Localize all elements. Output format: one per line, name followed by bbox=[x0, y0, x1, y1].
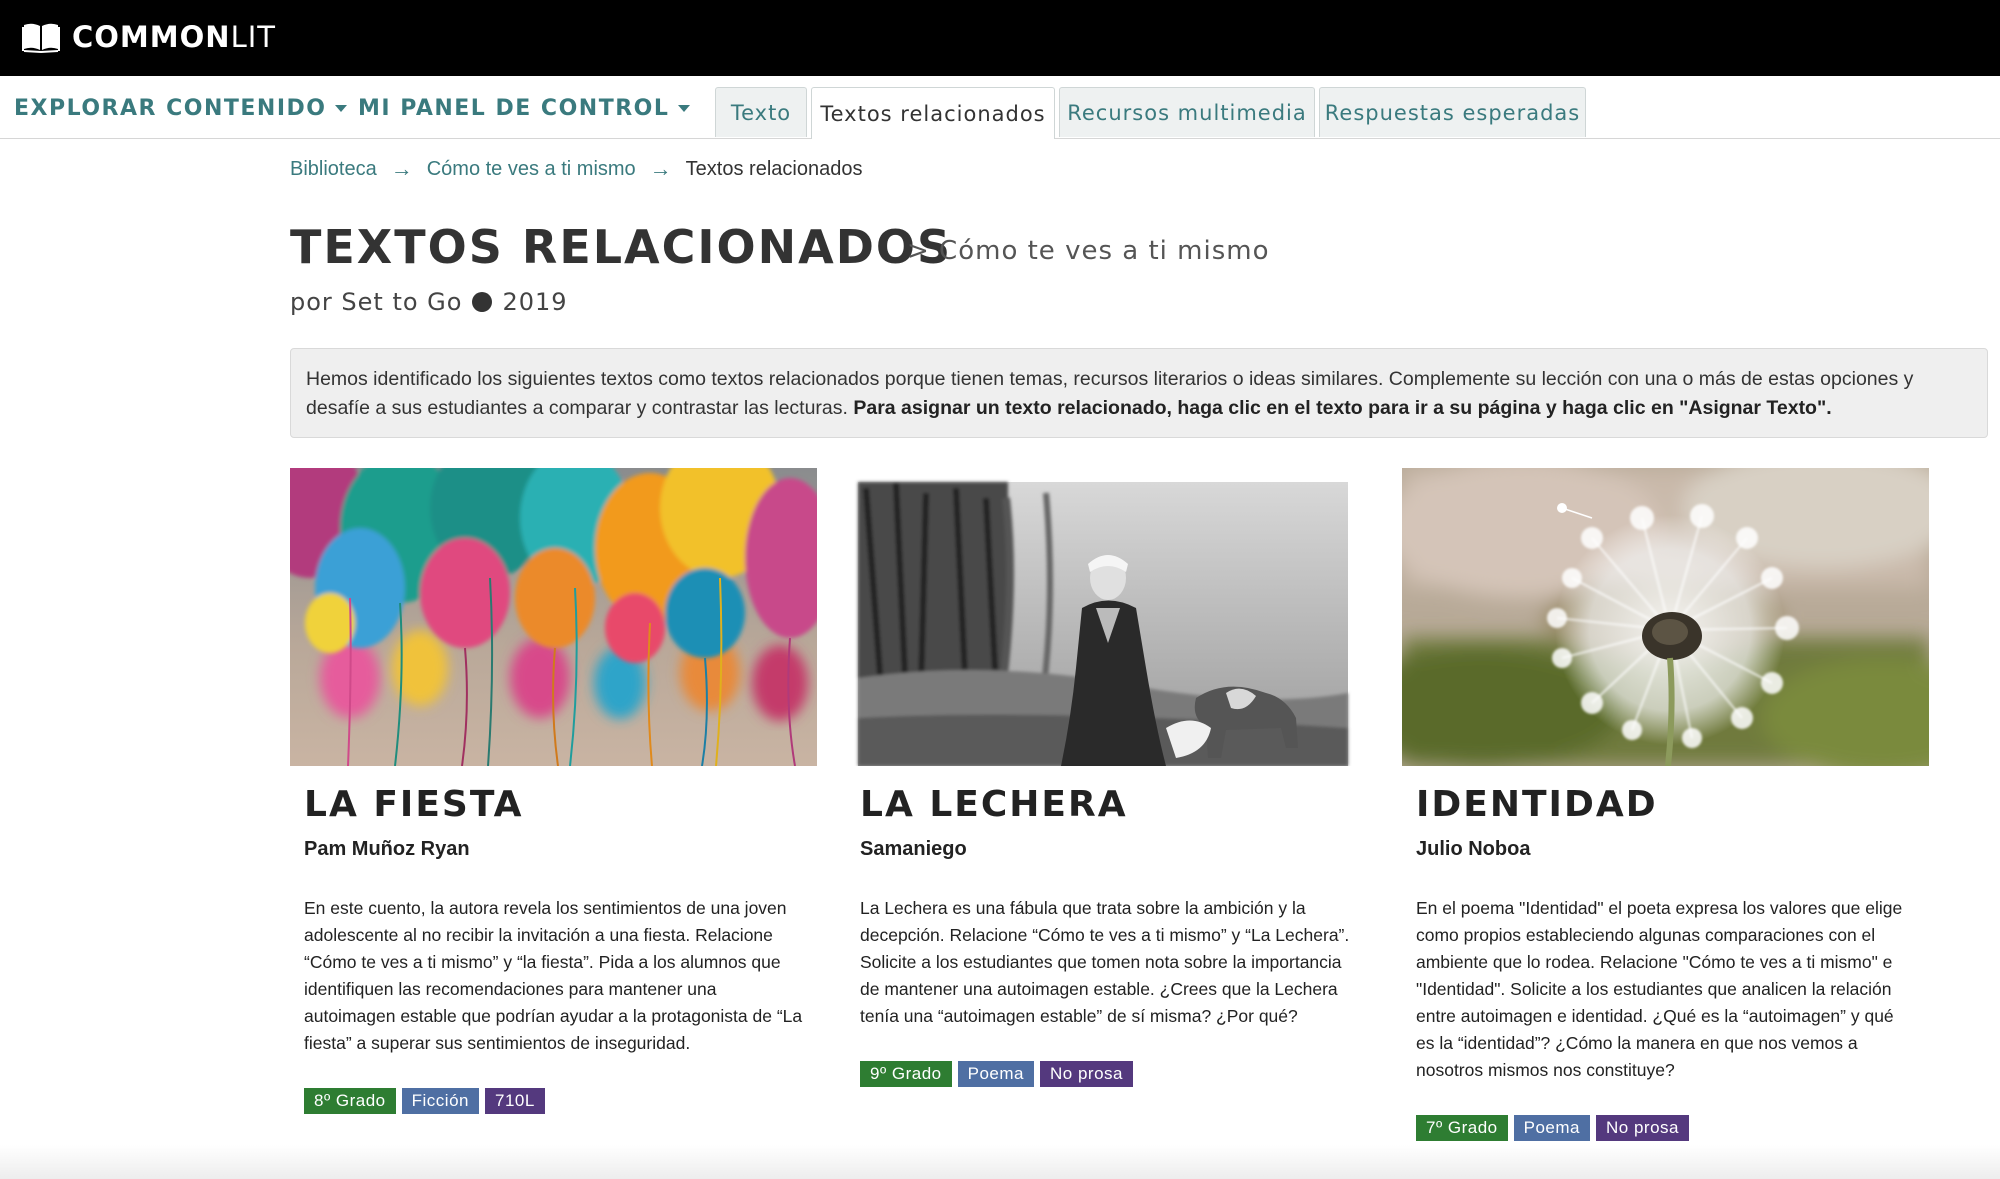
page-title: TEXTOS RELACIONADOS bbox=[290, 220, 953, 274]
grade-tag[interactable]: 9º Grado bbox=[860, 1061, 952, 1087]
tab-label: Recursos multimedia bbox=[1067, 100, 1307, 125]
tab-label: Textos relacionados bbox=[820, 101, 1046, 126]
breadcrumb: Biblioteca → Cómo te ves a ti mismo → Te… bbox=[290, 156, 862, 182]
info-instruction: Para asignar un texto relacionado, haga … bbox=[853, 397, 1832, 419]
dandelion-image[interactable] bbox=[1402, 468, 1929, 766]
card-description: La Lechera es una fábula que trata sobre… bbox=[860, 898, 1350, 1026]
card-title[interactable]: LA LECHERA bbox=[860, 784, 1128, 825]
form-tag[interactable]: No prosa bbox=[1596, 1115, 1689, 1141]
lexile-tag[interactable]: 710L bbox=[485, 1088, 545, 1114]
card-tags: 8º Grado Ficción 710L bbox=[304, 1088, 545, 1114]
card-author: Pam Muñoz Ryan bbox=[304, 838, 470, 860]
tab-respuestas-esperadas[interactable]: Respuestas esperadas bbox=[1319, 87, 1586, 137]
dashboard-menu[interactable]: MI PANEL DE CONTROL bbox=[358, 96, 691, 121]
card-author: Julio Noboa bbox=[1416, 838, 1531, 860]
tab-texto[interactable]: Texto bbox=[715, 87, 807, 137]
top-header: COMMONLIT bbox=[0, 0, 2000, 76]
bottom-fade bbox=[0, 1145, 2000, 1179]
grade-tag[interactable]: 7º Grado bbox=[1416, 1115, 1508, 1141]
caret-down-icon bbox=[678, 105, 691, 112]
byline: por Set to Go 2019 bbox=[290, 288, 568, 316]
byline-author: por Set to Go bbox=[290, 288, 463, 316]
card-title[interactable]: IDENTIDAD bbox=[1416, 784, 1658, 825]
genre-tag[interactable]: Poema bbox=[957, 1061, 1035, 1087]
byline-year: 2019 bbox=[502, 288, 568, 316]
secondary-nav: EXPLORAR CONTENIDO MI PANEL DE CONTROL T… bbox=[0, 76, 2000, 139]
tab-textos-relacionados[interactable]: Textos relacionados bbox=[811, 87, 1055, 139]
explore-content-label: EXPLORAR CONTENIDO bbox=[14, 96, 327, 121]
tab-label: Texto bbox=[730, 100, 792, 125]
logo-text: COMMONLIT bbox=[72, 20, 277, 54]
breadcrumb-library-link[interactable]: Biblioteca bbox=[290, 158, 377, 181]
arrow-right-icon: → bbox=[649, 156, 672, 181]
tab-recursos-multimedia[interactable]: Recursos multimedia bbox=[1059, 87, 1315, 137]
form-tag[interactable]: No prosa bbox=[1040, 1061, 1133, 1087]
caret-down-icon bbox=[335, 105, 348, 112]
grade-tag[interactable]: 8º Grado bbox=[304, 1088, 396, 1114]
balloons-image[interactable] bbox=[290, 468, 817, 766]
card-description: En este cuento, la autora revela los sen… bbox=[304, 898, 803, 1053]
milkmaid-image[interactable] bbox=[846, 468, 1373, 766]
breadcrumb-current: Textos relacionados bbox=[685, 157, 863, 180]
related-text-card[interactable]: LA FIESTA Pam Muñoz Ryan En este cuento,… bbox=[290, 468, 817, 1114]
dashboard-label: MI PANEL DE CONTROL bbox=[358, 96, 670, 121]
card-description: En el poema "Identidad" el poeta expresa… bbox=[1416, 898, 1903, 1080]
related-text-card[interactable]: LA LECHERA Samaniego La Lechera es una f… bbox=[846, 468, 1373, 1087]
info-box: Hemos identificado los siguientes textos… bbox=[290, 348, 1988, 438]
card-tags: 9º Grado Poema No prosa bbox=[860, 1061, 1133, 1087]
arrow-right-icon: → bbox=[390, 156, 413, 181]
tab-label: Respuestas esperadas bbox=[1324, 100, 1581, 125]
page-subtitle: > Cómo te ves a ti mismo bbox=[907, 236, 1270, 266]
card-tags: 7º Grado Poema No prosa bbox=[1416, 1115, 1689, 1141]
genre-tag[interactable]: Poema bbox=[1513, 1115, 1591, 1141]
separator-dot bbox=[472, 292, 493, 312]
card-author: Samaniego bbox=[860, 838, 967, 860]
open-book-icon bbox=[22, 23, 60, 53]
commonlit-logo[interactable]: COMMONLIT bbox=[22, 20, 276, 54]
related-text-card[interactable]: IDENTIDAD Julio Noboa En el poema "Ident… bbox=[1402, 468, 1929, 1141]
breadcrumb-text-link[interactable]: Cómo te ves a ti mismo bbox=[427, 158, 636, 181]
card-title[interactable]: LA FIESTA bbox=[304, 784, 523, 825]
genre-tag[interactable]: Ficción bbox=[401, 1088, 479, 1114]
explore-content-menu[interactable]: EXPLORAR CONTENIDO bbox=[14, 96, 348, 121]
